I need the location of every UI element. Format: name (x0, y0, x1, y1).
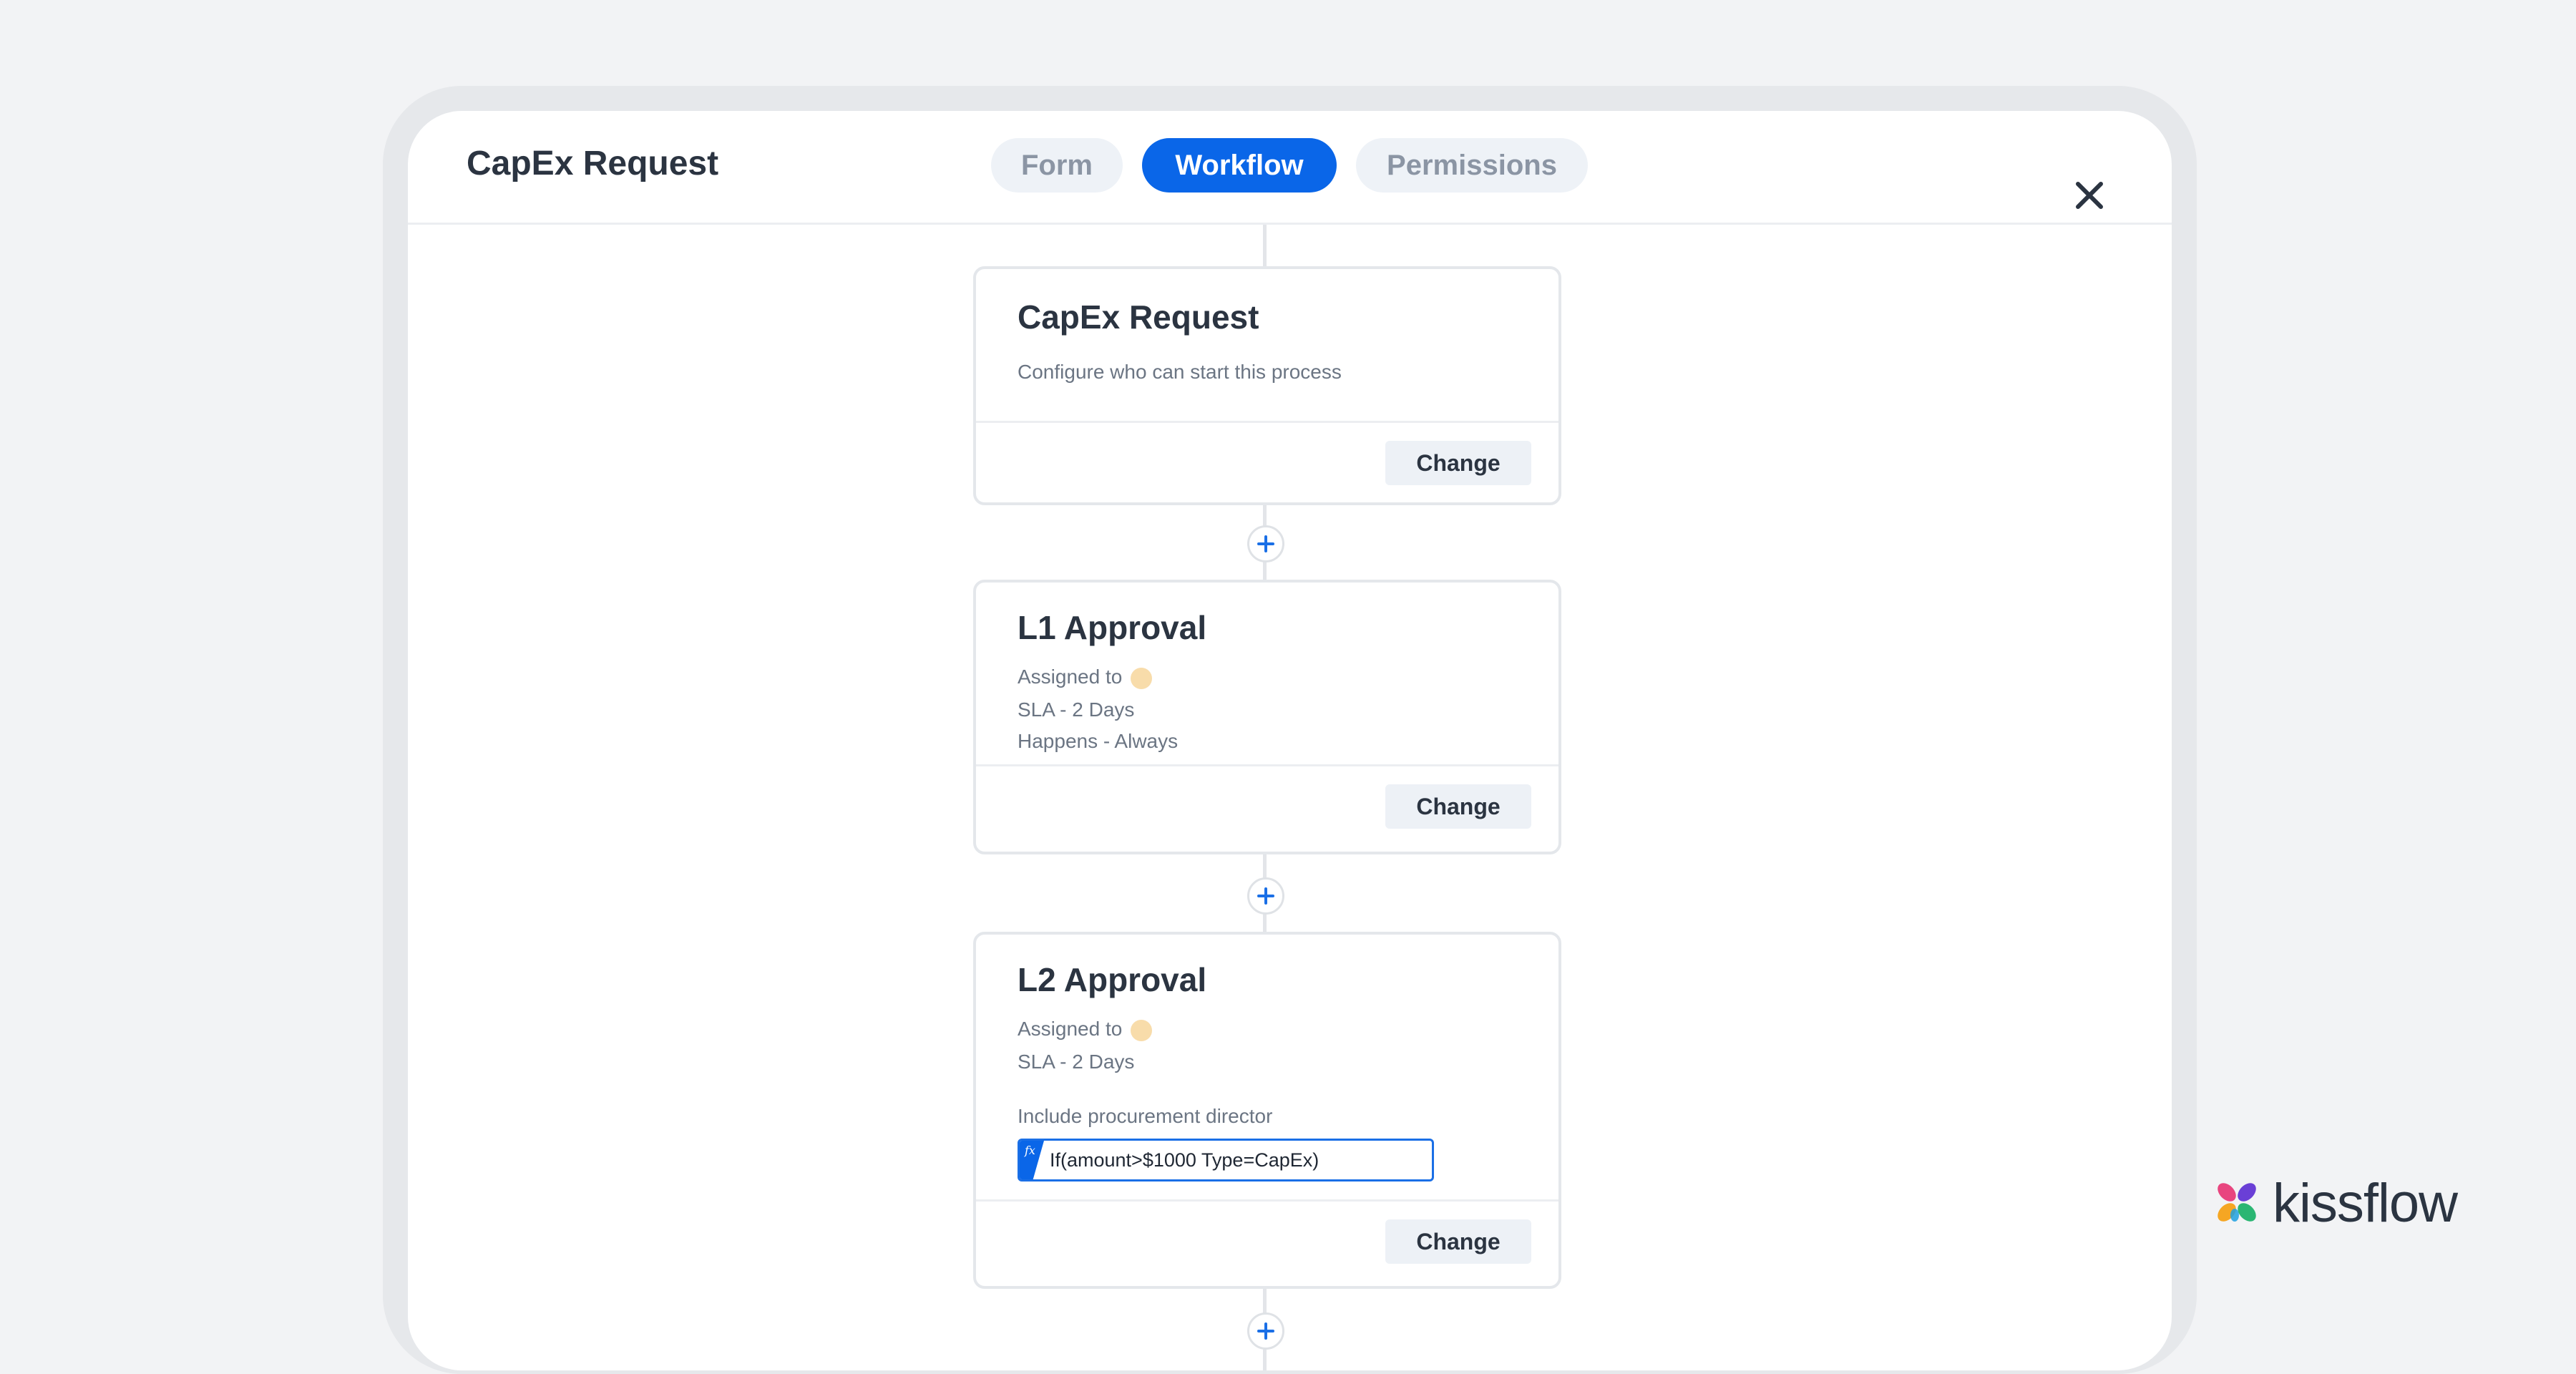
close-icon[interactable] (2069, 175, 2109, 215)
tab-form[interactable]: Form (991, 138, 1123, 193)
assigned-label: Assigned to (1018, 666, 1123, 688)
change-button[interactable]: Change (1385, 1219, 1531, 1264)
change-button[interactable]: Change (1385, 784, 1531, 829)
step-title: L2 Approval (1018, 961, 1207, 998)
start-step-card[interactable]: CapEx Request Configure who can start th… (973, 266, 1561, 505)
condition-expression: If(amount>$1000 Type=CapEx) (1050, 1149, 1319, 1171)
sla-text: SLA - 2 Days (1018, 698, 1135, 721)
condition-expression-field[interactable]: fx If(amount>$1000 Type=CapEx) (1018, 1139, 1434, 1181)
app-window: CapEx Request Form Workflow Permissions (408, 111, 2172, 1370)
step-description: Configure who can start this process (1018, 361, 1342, 383)
change-button[interactable]: Change (1385, 441, 1531, 485)
condition-label: Include procurement director (1018, 1105, 1273, 1127)
plus-icon (1257, 887, 1274, 905)
workflow-canvas: CapEx Request Configure who can start th… (408, 225, 2172, 1370)
assigned-to: Assigned to (1018, 1018, 1153, 1041)
step-card-l2-approval[interactable]: L2 Approval Assigned to SLA - 2 Days Inc… (973, 932, 1561, 1289)
step-card-l1-approval[interactable]: L1 Approval Assigned to SLA - 2 Days Hap… (973, 580, 1561, 854)
page-title: CapEx Request (467, 145, 719, 182)
fx-icon: fx (1020, 1141, 1044, 1179)
card-divider (976, 764, 1558, 766)
step-title: CapEx Request (1018, 298, 1259, 336)
tab-workflow[interactable]: Workflow (1142, 138, 1337, 193)
brand-logo: kissflow (2212, 1173, 2484, 1234)
add-step-button[interactable] (1247, 525, 1284, 562)
brand-name: kissflow (2273, 1173, 2458, 1234)
happens-text: Happens - Always (1018, 730, 1179, 752)
avatar (1131, 1019, 1153, 1041)
add-step-button[interactable] (1247, 877, 1284, 915)
header-bar: CapEx Request Form Workflow Permissions (408, 111, 2172, 225)
step-title: L1 Approval (1018, 609, 1207, 646)
tab-permissions[interactable]: Permissions (1356, 138, 1588, 193)
add-step-button[interactable] (1247, 1312, 1284, 1350)
flow-connector (1263, 225, 1267, 266)
card-divider (976, 421, 1558, 423)
kissflow-logo-icon (2218, 1183, 2256, 1222)
assigned-label: Assigned to (1018, 1018, 1123, 1040)
plus-icon (1257, 1322, 1274, 1340)
sla-text: SLA - 2 Days (1018, 1051, 1135, 1073)
card-divider (976, 1199, 1558, 1202)
plus-icon (1257, 535, 1274, 552)
avatar (1131, 667, 1153, 689)
assigned-to: Assigned to (1018, 666, 1153, 689)
